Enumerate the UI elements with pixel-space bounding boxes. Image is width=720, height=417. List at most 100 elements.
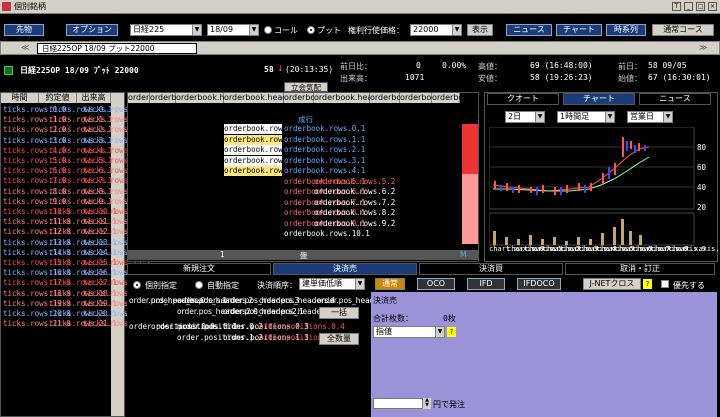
tab-close-buy[interactable]: 決済買 — [419, 263, 563, 275]
tick-price: ticks.rows.10.1 — [49, 207, 117, 216]
tick-price: ticks.rows.1.1 — [49, 115, 113, 125]
low-label: 安値： — [478, 74, 502, 83]
tick-volume: ticks.rows.7.2 — [83, 176, 146, 186]
order-seq-label: 決済順序： — [257, 281, 297, 290]
tab-item[interactable]: 日経225OP 18/09 プット22000 — [37, 43, 197, 54]
tick-volume: ticks.rows.5.2 — [83, 156, 146, 166]
type-ifdoco[interactable]: IFDOCO — [517, 278, 561, 290]
news-button[interactable]: ニュース — [506, 24, 552, 36]
indiv-label: 個別指定 — [145, 281, 177, 290]
footer-center-icon[interactable]: 盤 — [300, 250, 308, 261]
course-button[interactable]: 通常コース — [652, 24, 714, 36]
tick-price: ticks.rows.8.1 — [49, 186, 113, 196]
option-button[interactable]: オプション — [66, 24, 118, 36]
high-value: 69 (16:48:00) — [530, 61, 593, 70]
depth-bar — [462, 124, 478, 174]
tick-volume: ticks.rows.19.2 — [83, 299, 151, 309]
tick-volume: ticks.rows.1.2 — [83, 115, 146, 125]
tab-close-sell[interactable]: 決済売 — [273, 263, 417, 275]
price-chart[interactable] — [489, 127, 717, 257]
jnet-button[interactable]: J-NETクロス — [583, 278, 641, 290]
ask-volume: orderbook.rows.0.0 — [224, 124, 306, 134]
order-seq-select[interactable]: 建単価低順 ▼ — [299, 278, 365, 290]
price-input[interactable] — [373, 398, 423, 409]
position-cell: order.positions.1.3 — [223, 333, 309, 342]
auto-radio[interactable] — [195, 281, 203, 289]
strike-select[interactable]: 22000 ▼ — [410, 24, 462, 36]
days-value: 営業日 — [630, 112, 654, 121]
position-cell: order.positions.0.0 — [129, 322, 215, 331]
chevron-down-icon: ▼ — [535, 112, 544, 122]
price-stepper-icon[interactable]: ▲ ▼ — [423, 398, 431, 409]
auto-label: 自動指定 — [207, 281, 239, 290]
interval-select[interactable]: 1時間足 ▼ — [557, 111, 615, 123]
window-title: 個別銘柄 — [14, 2, 46, 11]
volume-label: 出来高： — [340, 74, 372, 83]
tick-header-price: 約定値 — [39, 93, 77, 103]
put-radio[interactable] — [307, 26, 315, 34]
footer-count: 1 — [220, 250, 225, 259]
month-value: 18/09 — [210, 25, 234, 34]
tick-price: ticks.rows.11.1 — [49, 217, 117, 227]
timeseries-button[interactable]: 時系列 — [606, 24, 646, 36]
close-icon[interactable]: × — [708, 2, 717, 11]
type-normal[interactable]: 通常 — [375, 278, 405, 290]
prev-change-label: 前日比： — [340, 62, 372, 71]
tab-news[interactable]: ニュース — [639, 93, 711, 105]
tick-volume: ticks.rows.10.2 — [83, 207, 151, 217]
ob-header: orderbook.headers.2 — [176, 93, 260, 103]
maximize-icon[interactable]: □ — [696, 2, 705, 11]
chart-button[interactable]: チャート — [556, 24, 602, 36]
scroll-right-icon[interactable]: ≫ — [699, 42, 707, 54]
position-header: order.pos_headers.4 — [259, 296, 336, 305]
scroll-left-icon[interactable]: ≪ — [21, 42, 29, 54]
month-select[interactable]: 18/09 ▼ — [207, 24, 259, 36]
call-radio[interactable] — [264, 26, 272, 34]
tab-cancel[interactable]: 取消・訂正 — [565, 263, 715, 275]
order-book: 立会気配 orderbook.headers.0orderbook.header… — [127, 82, 515, 262]
settlement-panel: 決済売 合計枚数： 0枚 指値 ▼ ? ▲ ▼ 円で発注 — [371, 292, 717, 417]
ask-volume: orderbook.rows.3.0 — [224, 155, 306, 166]
tick-volume: ticks.rows.13.2 — [83, 238, 151, 248]
type-oco[interactable]: OCO — [417, 278, 455, 290]
position-cell: order.positions.1.4 — [259, 333, 345, 342]
x-tick: chart.xaxis.10 — [669, 245, 720, 253]
bid-volume: orderbook.rows.8.2 — [314, 208, 396, 217]
price-level: orderbook.rows.5.1 — [284, 176, 366, 186]
position-cell: order.positions.0.4 — [259, 322, 345, 331]
pref-checkbox[interactable] — [661, 280, 669, 288]
all-qty-button[interactable]: 全数量 — [319, 333, 359, 345]
position-header: order.pos_headers.0 — [129, 296, 206, 305]
futures-button[interactable]: 先物 — [4, 24, 44, 36]
tick-price: ticks.rows.14.1 — [49, 247, 117, 257]
depth-bar-2 — [462, 174, 478, 244]
limit-help-icon[interactable]: ? — [447, 327, 456, 337]
position-cell: order.positions.0.3 — [223, 322, 309, 331]
tick-price: ticks.rows.0.1 — [49, 105, 113, 114]
y-tick-20: 20 — [697, 203, 707, 212]
tick-volume: ticks.rows.17.2 — [83, 278, 151, 288]
tick-price: ticks.rows.21.1 — [49, 319, 117, 329]
tick-price: ticks.rows.20.1 — [49, 309, 117, 318]
tick-price: ticks.rows.6.1 — [49, 166, 113, 176]
underlying-select[interactable]: 日経225 ▼ — [130, 24, 202, 36]
bulk-button[interactable]: 一括 — [319, 307, 359, 319]
display-button[interactable]: 表示 — [467, 24, 493, 36]
tab-new-order[interactable]: 新規注文 — [127, 263, 271, 275]
indiv-radio[interactable] — [133, 281, 141, 289]
ob-header: orderbook.headers.4 — [284, 93, 367, 103]
days-select[interactable]: 営業日 ▼ — [627, 111, 673, 123]
minimize-icon[interactable]: _ — [684, 2, 693, 11]
tab-chart[interactable]: チャート — [563, 93, 635, 105]
call-label: コール — [274, 26, 298, 35]
range-select[interactable]: 2日 ▼ — [505, 111, 545, 123]
jnet-help-icon[interactable]: ? — [643, 279, 652, 289]
font-icon[interactable]: T — [672, 2, 681, 11]
count-label: 合計枚数： — [373, 314, 413, 323]
y-tick-60: 60 — [697, 163, 707, 172]
tab-quote[interactable]: クオート — [487, 93, 559, 105]
last-time: (20:13:35) — [285, 65, 334, 74]
price-level: orderbook.rows.10.1 — [284, 229, 370, 238]
type-ifd[interactable]: IFD — [467, 278, 505, 290]
limit-select[interactable]: 指値 ▼ — [373, 326, 445, 338]
